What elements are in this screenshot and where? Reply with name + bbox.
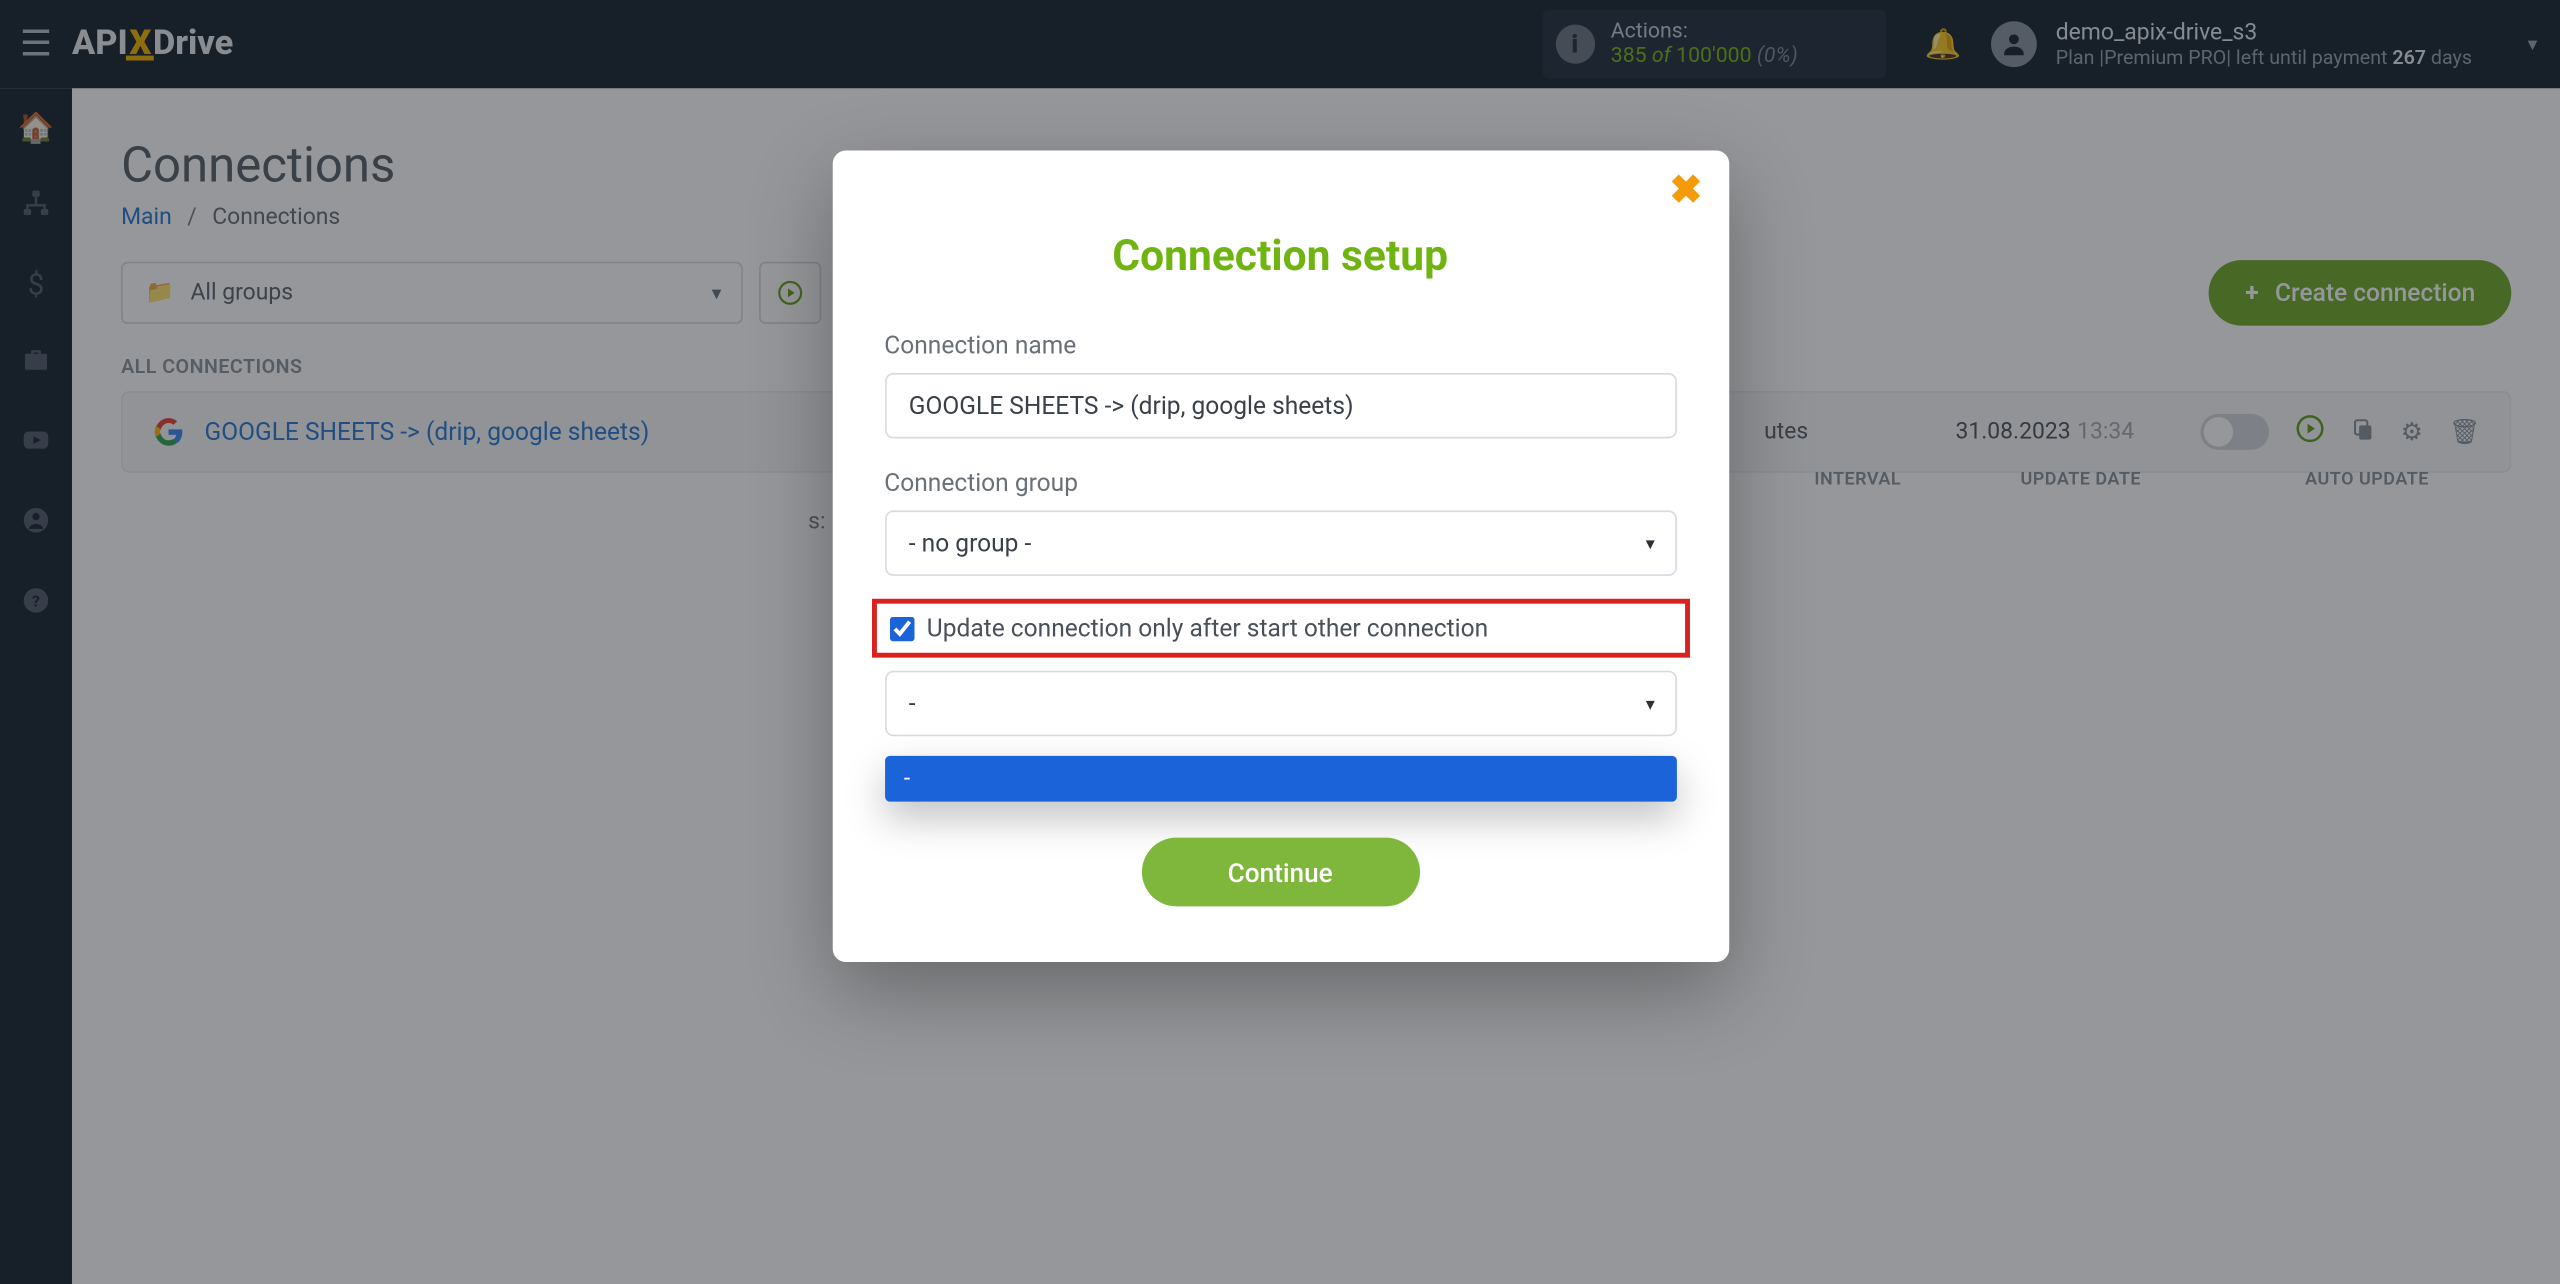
dropdown-option[interactable]: -: [884, 756, 1676, 802]
dependent-value: -: [909, 689, 916, 718]
chevron-down-icon: ▾: [1646, 533, 1655, 554]
connection-name-input[interactable]: [884, 373, 1676, 438]
close-icon[interactable]: ✖: [1669, 167, 1702, 213]
dependent-connection-select[interactable]: - ▾: [884, 671, 1676, 736]
continue-button[interactable]: Continue: [1141, 838, 1419, 907]
chevron-down-icon: ▾: [1646, 693, 1655, 714]
connection-group-label: Connection group: [884, 468, 1676, 497]
checkbox-label: Update connection only after start other…: [927, 614, 1488, 643]
connection-group-select[interactable]: - no group - ▾: [884, 510, 1676, 575]
highlighted-checkbox-row: Update connection only after start other…: [871, 599, 1689, 658]
group-value: - no group -: [909, 528, 1032, 557]
update-after-checkbox[interactable]: [889, 616, 914, 641]
modal-title: Connection setup: [884, 232, 1676, 281]
connection-setup-modal: ✖ Connection setup Connection name Conne…: [832, 151, 1729, 962]
connection-name-label: Connection name: [884, 330, 1676, 359]
